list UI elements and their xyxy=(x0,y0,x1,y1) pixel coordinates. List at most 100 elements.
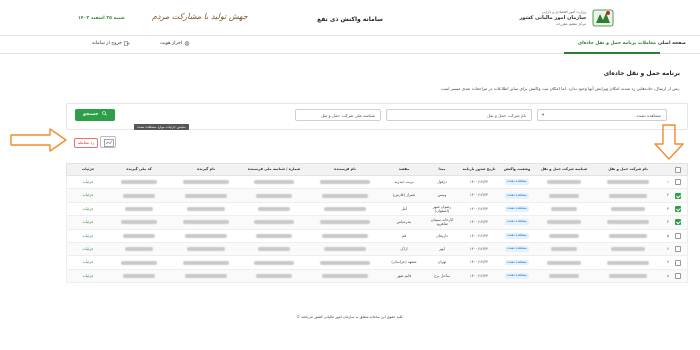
redacted-value xyxy=(324,247,366,252)
header-company-id-label: شناسه شرکت حمل و نقل xyxy=(540,167,588,172)
cell-company-name xyxy=(593,203,663,215)
row-checkbox[interactable] xyxy=(675,272,681,279)
cell-destination: تربت حیدریه xyxy=(383,176,425,188)
issue-date: ۱۴۰۰/۱۲/۲۴ xyxy=(469,193,489,198)
table-row[interactable]: ۱ مشاهده نشده ۱۴۰۰/۱۲/۲۴ دزفول تربت حیدریه جز… xyxy=(66,176,688,190)
header-select-all xyxy=(673,164,683,175)
table-row[interactable]: ۴ مشاهده نشده ۱۴۰۰/۱۲/۲۴ کارخانه سیمان شاهر… xyxy=(66,216,688,230)
issue-date: ۱۴۰۰/۱۲/۲۴ xyxy=(469,206,489,211)
cell-receiver-id xyxy=(107,203,171,215)
status-badge: مشاهده نشده xyxy=(505,206,529,212)
cell-date: ۱۴۰۰/۱۲/۲۴ xyxy=(459,256,499,268)
reject-transaction-button[interactable]: رد معامله xyxy=(74,138,98,148)
nav-tab-road-transport[interactable]: معاملات برنامه حمل و نقل جاده‌ای xyxy=(578,41,656,46)
redacted-value xyxy=(256,193,292,198)
cell-date: ۱۴۰۰/۱۲/۲۴ xyxy=(459,243,499,255)
nav-identity[interactable]: احراز هویت xyxy=(160,41,190,46)
cell-company-id xyxy=(535,203,593,215)
redacted-value xyxy=(322,273,368,278)
table-row[interactable]: ۵ مشاهده نشده ۱۴۰۰/۱۲/۲۴ داریجان قم جزئیات xyxy=(66,229,688,243)
cell-receiver-id xyxy=(107,216,171,228)
cell-sender-name xyxy=(307,230,383,242)
current-date: شنبه ۲۵ اسفند ۱۴۰۳ xyxy=(78,16,125,21)
cell-company-name xyxy=(593,230,663,242)
cell-sender-name xyxy=(307,203,383,215)
row-checkbox[interactable] xyxy=(675,205,681,212)
redacted-value xyxy=(254,180,294,185)
origin-city: تهران xyxy=(437,260,447,265)
search-button[interactable]: جستجو xyxy=(75,109,115,121)
company-name-input[interactable]: نام شرکت حمل و نقل xyxy=(386,109,532,121)
cell-select-all xyxy=(673,176,683,188)
destination-city: مشهد (خراسان) xyxy=(391,260,417,265)
select-all-checkbox[interactable] xyxy=(675,166,681,173)
view-details-button[interactable] xyxy=(100,136,116,148)
table-row[interactable]: ۷ مشاهده نشده ۱۴۰۰/۱۲/۲۴ تهران مشهد (خراسان)… xyxy=(66,256,688,270)
cell-row-number: ۷ xyxy=(663,256,673,268)
row-checkbox[interactable] xyxy=(675,219,681,226)
row-checkbox[interactable] xyxy=(675,246,681,253)
cell-status: مشاهده نشده xyxy=(499,176,535,188)
cell-details: جزئیات xyxy=(69,216,107,228)
nav-home[interactable]: صفحه اصلی xyxy=(658,41,686,46)
row-number: ۷ xyxy=(667,260,669,265)
redacted-value xyxy=(549,193,579,198)
row-checkbox[interactable] xyxy=(675,179,681,186)
details-link[interactable]: جزئیات xyxy=(82,220,93,224)
cell-destination: شیراز (فارس) xyxy=(383,189,425,201)
active-tab-indicator xyxy=(564,52,660,54)
status-badge: مشاهده نشده xyxy=(505,246,529,253)
table-row[interactable]: ۳ مشاهده نشده ۱۴۰۰/۱۲/۲۴ رضوان شهر (اصفهان)… xyxy=(66,202,688,217)
nav-logout[interactable]: خروج از سامانه xyxy=(92,41,130,46)
row-checkbox[interactable] xyxy=(675,192,681,199)
details-link[interactable]: جزئیات xyxy=(82,260,93,264)
row-checkbox[interactable] xyxy=(675,232,681,239)
header-details: جزئیات xyxy=(69,164,107,175)
redacted-value xyxy=(611,206,645,211)
redacted-value xyxy=(324,206,366,211)
details-link[interactable]: جزئیات xyxy=(82,274,93,278)
origin-city: ساحل برج xyxy=(434,273,450,278)
issue-date: ۱۴۰۰/۱۲/۲۴ xyxy=(469,247,489,252)
header-company-id: شناسه شرکت حمل و نقل xyxy=(535,164,593,175)
cell-receiver-name xyxy=(171,256,241,268)
status-badge: مشاهده نشده xyxy=(505,272,529,279)
redacted-value xyxy=(254,260,294,265)
details-link[interactable]: جزئیات xyxy=(82,247,93,251)
details-link[interactable]: جزئیات xyxy=(82,207,93,211)
header-status: وضعیت واکنش xyxy=(499,164,535,175)
details-link[interactable]: جزئیات xyxy=(82,234,93,238)
table-row[interactable]: ۲ مشاهده نشده ۱۴۰۰/۱۲/۲۴ ونیس شیراز (فارس) جز… xyxy=(66,189,688,203)
redacted-value xyxy=(609,193,647,198)
cell-company-name xyxy=(593,256,663,268)
table-row[interactable]: ۶ مشاهده نشده ۱۴۰۰/۱۲/۲۴ ابهر اراک جزئیات xyxy=(66,242,688,257)
company-id-input[interactable]: شناسه ملی شرکت حمل و نقل xyxy=(295,109,381,121)
cell-select-all xyxy=(673,256,683,268)
cell-sender-name xyxy=(307,189,383,201)
cell-sender-name xyxy=(307,270,383,282)
arrow-down-annotation-icon xyxy=(654,124,684,160)
table-row[interactable]: ۸ مشاهده نشده ۱۴۰۰/۱۲/۲۴ ساحل برج قایم شهر جز… xyxy=(66,269,688,284)
redacted-value xyxy=(320,220,370,225)
status-badge: مشاهده نشده xyxy=(505,232,529,239)
page-title: برنامه حمل و نقل جاده‌ای xyxy=(603,70,680,77)
cell-receiver-id xyxy=(107,176,171,188)
row-number: ۶ xyxy=(667,247,669,252)
details-link[interactable]: جزئیات xyxy=(82,193,93,197)
destination-city: اراک xyxy=(400,247,408,252)
redacted-value xyxy=(123,233,155,238)
cell-receiver-name xyxy=(171,203,241,215)
header-status-label: وضعیت واکنش xyxy=(503,167,531,172)
cell-origin: ابهر xyxy=(425,243,459,255)
cell-date: ۱۴۰۰/۱۲/۲۴ xyxy=(459,176,499,188)
status-select[interactable]: مشاهده نشده ▾ xyxy=(537,109,667,121)
cell-sender-id xyxy=(241,256,307,268)
redacted-value xyxy=(258,206,290,211)
row-checkbox[interactable] xyxy=(675,259,681,266)
cell-select-all xyxy=(673,216,683,228)
origin-city: رضوان شهر (اصفهان) xyxy=(432,204,452,213)
details-link[interactable]: جزئیات xyxy=(82,180,93,184)
cell-status: مشاهده نشده xyxy=(499,189,535,201)
cell-receiver-id xyxy=(107,189,171,201)
redacted-value xyxy=(609,233,647,238)
